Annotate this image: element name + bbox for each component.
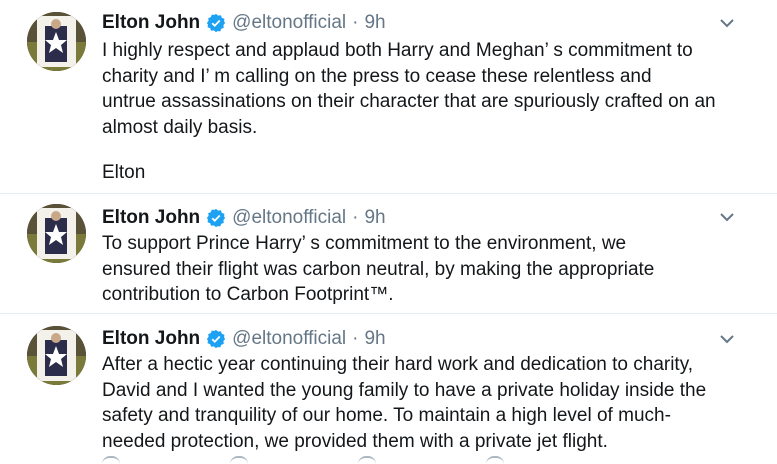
reply-icon[interactable]	[102, 456, 120, 464]
timestamp[interactable]: 9h	[364, 207, 385, 229]
share-icon[interactable]	[486, 456, 504, 464]
separator: ·	[352, 207, 359, 228]
timestamp[interactable]: 9h	[364, 328, 385, 350]
like-icon[interactable]	[358, 456, 376, 464]
chevron-down-icon[interactable]	[719, 334, 735, 344]
avatar[interactable]	[27, 12, 86, 71]
avatar[interactable]	[27, 204, 86, 263]
author-name[interactable]: Elton John	[102, 12, 200, 34]
tweet-text: I highly respect and applaud both Harry …	[102, 40, 716, 138]
author-handle[interactable]: @eltonofficial	[232, 207, 346, 229]
tweet[interactable]: Elton John @eltonofficial · 9h After a h…	[0, 313, 777, 464]
tweet-text: To support Prince Harry’ s commitment to…	[102, 233, 655, 305]
verified-badge-icon	[206, 13, 226, 33]
chevron-down-icon[interactable]	[719, 18, 735, 28]
separator: ·	[352, 12, 359, 33]
tweet-text: After a hectic year continuing their har…	[102, 354, 707, 452]
tweet[interactable]: Elton John @eltonofficial · 9h I highly …	[0, 0, 777, 193]
tweet-actions	[102, 456, 504, 464]
separator: ·	[352, 328, 359, 349]
verified-badge-icon	[206, 329, 226, 349]
tweet-signoff: Elton	[102, 162, 146, 183]
author-handle[interactable]: @eltonofficial	[232, 328, 346, 350]
author-handle[interactable]: @eltonofficial	[232, 12, 346, 34]
author-name[interactable]: Elton John	[102, 328, 200, 350]
chevron-down-icon[interactable]	[719, 212, 735, 222]
timestamp[interactable]: 9h	[364, 12, 385, 34]
avatar[interactable]	[27, 326, 86, 385]
tweet[interactable]: Elton John @eltonofficial · 9h To suppor…	[0, 193, 777, 313]
author-name[interactable]: Elton John	[102, 207, 200, 229]
retweet-icon[interactable]	[230, 456, 248, 464]
verified-badge-icon	[206, 208, 226, 228]
